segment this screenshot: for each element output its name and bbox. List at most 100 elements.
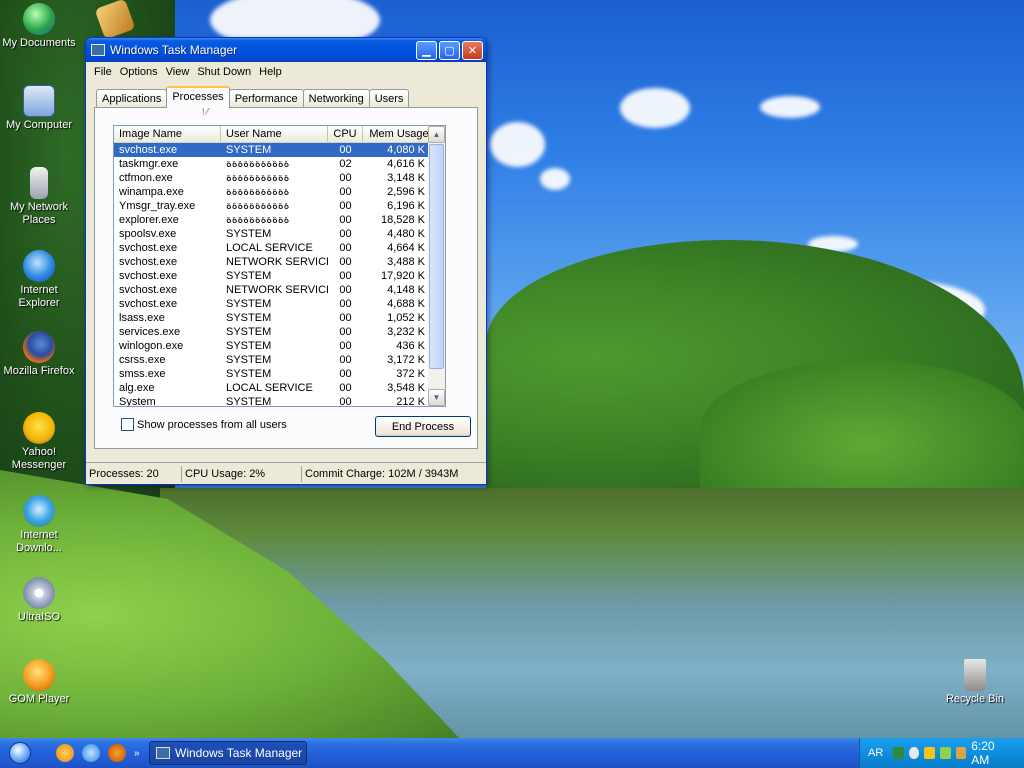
desktop-icon-label: My Computer (5, 119, 73, 131)
tray-status-icon[interactable] (908, 747, 920, 759)
column-image-name[interactable]: Image Name (114, 126, 221, 142)
scroll-down-button[interactable]: ▼ (428, 389, 445, 406)
menu-view[interactable]: View (162, 66, 194, 78)
process-user: SYSTEM (226, 228, 272, 240)
task-manager-icon (91, 44, 105, 56)
quick-launch-firefox-icon[interactable] (108, 744, 126, 762)
process-mem: 3,172 K (387, 354, 425, 366)
tray-shield-icon[interactable] (924, 747, 936, 759)
show-all-users-checkbox[interactable] (121, 418, 134, 431)
quick-launch-ie-icon[interactable] (82, 744, 100, 762)
process-cpu: 00 (339, 186, 352, 198)
process-cpu: 00 (339, 270, 352, 282)
desktop-icon-my-documents[interactable]: My Documents (0, 3, 78, 50)
process-list-scrollbar[interactable]: ▲ ▼ (428, 126, 445, 406)
process-list[interactable]: Image Name User Name CPU Mem Usage svcho… (113, 125, 446, 407)
show-all-users-option[interactable]: Show processes from all users (121, 418, 287, 431)
menu-help[interactable]: Help (255, 66, 286, 78)
desktop-icon-ultraiso[interactable]: UltraISO (0, 577, 78, 624)
taskbar-item-task-manager[interactable]: Windows Task Manager (149, 741, 307, 765)
tab-users[interactable]: Users (368, 89, 410, 108)
quick-launch-media-icon[interactable] (56, 744, 74, 762)
table-row[interactable]: svchost.exe NETWORK SERVICE 00 3,488 K (114, 255, 445, 269)
process-mem: 3,488 K (387, 256, 425, 268)
table-row[interactable]: svchost.exe SYSTEM 00 17,920 K (114, 269, 445, 283)
table-row[interactable]: winlogon.exe SYSTEM 00 436 K (114, 339, 445, 353)
tray-check-icon[interactable] (940, 747, 951, 759)
process-name: ctfmon.exe (119, 172, 173, 184)
table-row[interactable]: taskmgr.exe ةةةةةةةةةةة 02 4,616 K (114, 157, 445, 171)
table-row[interactable]: csrss.exe SYSTEM 00 3,172 K (114, 353, 445, 367)
table-row[interactable]: Ymsgr_tray.exe ةةةةةةةةةةة 00 6,196 K (114, 199, 445, 213)
window-titlebar[interactable]: Windows Task Manager ▁ ▢ ✕ (86, 38, 486, 62)
task-manager-icon (156, 747, 170, 759)
quick-launch-chevron-icon[interactable]: » (134, 748, 140, 759)
table-row[interactable]: ctfmon.exe ةةةةةةةةةةة 00 3,148 K (114, 171, 445, 185)
desktop-icon-yahoo-messenger[interactable]: Yahoo! Messenger (0, 412, 78, 472)
tray-network-icon[interactable] (955, 747, 967, 759)
table-row[interactable]: svchost.exe LOCAL SERVICE 00 4,664 K (114, 241, 445, 255)
close-button[interactable]: ✕ (462, 40, 483, 60)
process-user: ةةةةةةةةةةة (226, 172, 290, 184)
desktop-icon-firefox[interactable]: Mozilla Firefox (0, 331, 78, 378)
process-cpu: 00 (339, 326, 352, 338)
desktop-icon-unnamed[interactable] (77, 0, 153, 40)
process-user: SYSTEM (226, 396, 272, 407)
table-row[interactable]: winampa.exe ةةةةةةةةةةة 00 2,596 K (114, 185, 445, 199)
scrollbar-thumb[interactable] (429, 144, 444, 369)
process-mem: 4,148 K (387, 284, 425, 296)
language-indicator[interactable]: AR (868, 747, 883, 759)
desktop-icon-network-places[interactable]: My Network Places (0, 167, 78, 227)
column-cpu[interactable]: CPU (328, 126, 363, 142)
table-row[interactable]: svchost.exe NETWORK SERVICE 00 4,148 K (114, 283, 445, 297)
menu-options[interactable]: Options (116, 66, 162, 78)
tray-app-icon[interactable] (893, 747, 904, 759)
table-row[interactable]: smss.exe SYSTEM 00 372 K (114, 367, 445, 381)
table-row[interactable]: explorer.exe ةةةةةةةةةةة 00 18,528 K (114, 213, 445, 227)
process-name: smss.exe (119, 368, 166, 380)
process-cpu: 00 (339, 368, 352, 380)
table-row[interactable]: svchost.exe SYSTEM 00 4,688 K (114, 297, 445, 311)
process-mem: 4,664 K (387, 242, 425, 254)
scroll-up-button[interactable]: ▲ (428, 126, 445, 143)
desktop-icon-internet-download[interactable]: Internet Downlo... (0, 495, 78, 555)
tab-performance[interactable]: Performance (228, 89, 304, 108)
table-row[interactable]: lsass.exe SYSTEM 00 1,052 K (114, 311, 445, 325)
wallpaper-cloud (540, 168, 570, 190)
column-mem-usage[interactable]: Mem Usage (363, 126, 431, 142)
desktop-icon-internet-explorer[interactable]: Internet Explorer (0, 250, 78, 310)
tab-processes[interactable]: Processes (166, 86, 230, 108)
process-list-header: Image Name User Name CPU Mem Usage (114, 126, 445, 143)
my-computer-icon (23, 85, 55, 117)
table-row[interactable]: System SYSTEM 00 212 K (114, 395, 445, 407)
start-button[interactable] (0, 738, 40, 768)
status-commit-charge: Commit Charge: 102M / 3943M (305, 467, 459, 480)
menu-file[interactable]: File (90, 66, 116, 78)
end-process-button[interactable]: End Process (375, 416, 471, 437)
process-cpu: 02 (339, 158, 352, 170)
table-row[interactable]: services.exe SYSTEM 00 3,232 K (114, 325, 445, 339)
wallpaper-cloud (620, 88, 690, 128)
desktop-icon-my-computer[interactable]: My Computer (0, 85, 78, 132)
task-manager-window[interactable]: Windows Task Manager ▁ ▢ ✕ File Options … (85, 37, 487, 485)
shortcut-icon (94, 0, 136, 40)
table-row[interactable]: alg.exe LOCAL SERVICE 00 3,548 K (114, 381, 445, 395)
firefox-icon (23, 331, 55, 363)
maximize-button[interactable]: ▢ (439, 40, 460, 60)
column-user-name[interactable]: User Name (221, 126, 328, 142)
table-row[interactable]: spoolsv.exe SYSTEM 00 4,480 K (114, 227, 445, 241)
network-places-icon (30, 167, 48, 199)
desktop-icon-recycle-bin[interactable]: Recycle Bin (936, 659, 1014, 706)
maximize-icon: ▢ (444, 44, 455, 57)
taskbar-clock[interactable]: 6:20 AM (971, 739, 1010, 767)
process-cpu: 00 (339, 256, 352, 268)
desktop-icon-gom-player[interactable]: GOM Player (0, 659, 78, 706)
tab-applications[interactable]: Applications (96, 89, 168, 108)
menu-shut-down[interactable]: Shut Down (193, 66, 255, 78)
tab-networking[interactable]: Networking (302, 89, 370, 108)
process-name: lsass.exe (119, 312, 165, 324)
process-cpu: 00 (339, 340, 352, 352)
table-row[interactable]: svchost.exe SYSTEM 00 4,080 K (114, 143, 445, 157)
minimize-button[interactable]: ▁ (416, 40, 437, 60)
process-name: svchost.exe (119, 144, 178, 156)
